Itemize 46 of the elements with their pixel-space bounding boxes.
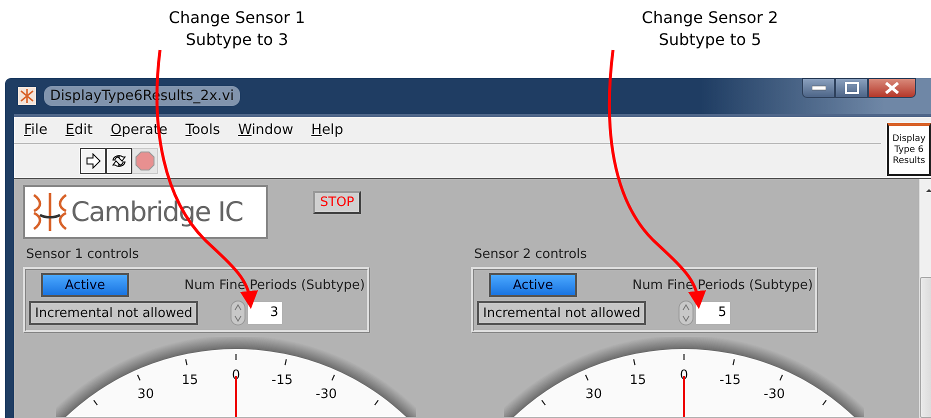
maximize-button[interactable] — [835, 78, 868, 98]
dial-label: -15 — [272, 372, 293, 388]
field-label: Num Fine Periods (Subtype) — [184, 278, 365, 292]
annotation-text: Change Sensor 2 Subtype to 5 — [640, 7, 780, 51]
dial-label: 30 — [585, 387, 602, 402]
dial-label: 15 — [630, 372, 646, 388]
run-button[interactable] — [80, 148, 106, 174]
minimize-icon — [812, 85, 826, 91]
scroll-up-icon — [924, 188, 931, 192]
close-button[interactable] — [868, 78, 916, 98]
icon-label: Results — [892, 156, 926, 166]
menu-item[interactable]: Tools — [186, 122, 220, 138]
spinner-arrows[interactable] — [230, 300, 246, 326]
stop-sign-icon — [135, 151, 155, 171]
active-toggle[interactable]: Active — [489, 273, 577, 297]
run-continuously-button[interactable] — [106, 148, 132, 174]
dial-label: 15 — [182, 372, 198, 388]
menu-item[interactable]: Edit — [65, 122, 93, 138]
numeric-field[interactable]: 5 — [696, 302, 730, 324]
close-icon — [884, 82, 900, 94]
dial-label: -30 — [764, 387, 785, 402]
minimize-button[interactable] — [802, 78, 835, 98]
numeric-field[interactable]: 3 — [248, 302, 282, 324]
annotation-text: Change Sensor 1 Subtype to 3 — [168, 7, 306, 51]
incremental-toggle[interactable]: Incremental not allowed — [477, 301, 646, 325]
needle — [683, 376, 685, 417]
maximize-icon — [844, 82, 858, 94]
needle — [235, 376, 237, 417]
icon-label: Display — [892, 134, 926, 144]
menu-item[interactable]: File — [24, 122, 48, 138]
menu-item[interactable]: Help — [311, 122, 344, 138]
dial-label: -15 — [720, 372, 741, 388]
cluster-label: Sensor 2 controls — [474, 247, 588, 262]
active-toggle[interactable]: Active — [41, 273, 129, 297]
cycle-arrows-icon — [110, 152, 128, 170]
icon-label: Type 6 — [894, 144, 924, 156]
app-icon — [18, 87, 36, 105]
cluster-label: Sensor 1 controls — [26, 247, 140, 262]
spinner-arrows[interactable] — [678, 300, 694, 326]
arrow-icon — [85, 153, 101, 169]
logo-mark-icon — [31, 191, 69, 233]
menu-item[interactable]: Window — [238, 122, 294, 138]
incremental-toggle[interactable]: Incremental not allowed — [29, 301, 198, 325]
field-label: Num Fine Periods (Subtype) — [632, 278, 813, 292]
dial-label: -30 — [316, 387, 337, 402]
dial-label: 30 — [137, 387, 154, 402]
